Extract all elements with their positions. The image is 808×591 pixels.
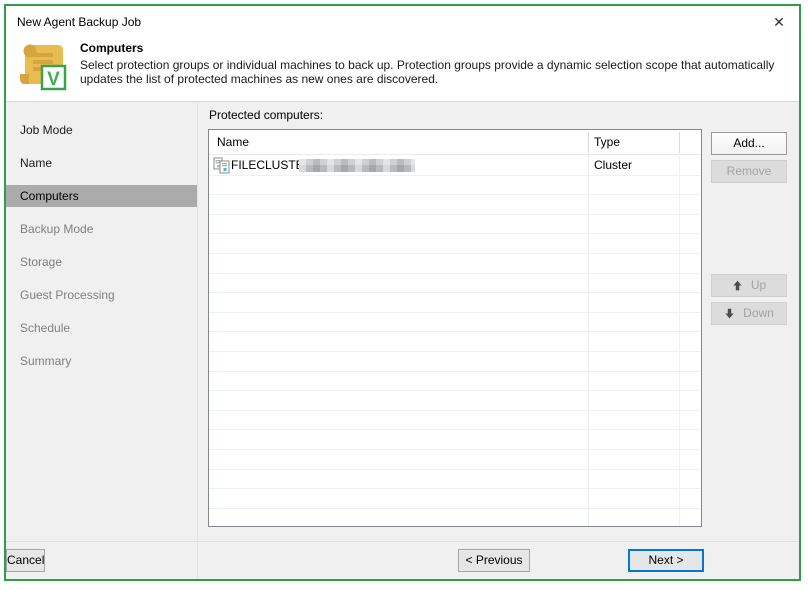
table-header: Name Type (209, 130, 701, 155)
table-row-empty (209, 254, 701, 274)
step-description: Select protection groups or individual m… (80, 58, 786, 86)
redacted-name-suffix (299, 159, 415, 172)
table-row-empty (209, 215, 701, 235)
dialog-header: New Agent Backup Job ✕ V Computers Selec… (6, 6, 799, 102)
sidebar-item-schedule[interactable]: Schedule (6, 311, 197, 344)
grid-line (679, 156, 680, 526)
down-arrow-icon (724, 305, 735, 326)
window-title: New Agent Backup Job (17, 15, 141, 29)
up-label: Up (751, 278, 766, 292)
column-header-type[interactable]: Type (594, 130, 620, 155)
table-row-empty (209, 470, 701, 490)
sidebar-item-summary[interactable]: Summary (6, 344, 197, 377)
table-body: FILECLUSTER Cluster (209, 156, 701, 526)
table-row-empty (209, 274, 701, 294)
down-label: Down (743, 306, 774, 320)
cluster-icon (213, 157, 230, 177)
close-icon[interactable]: ✕ (768, 11, 790, 33)
footer-button-label: Cancel (7, 553, 44, 567)
sidebar-item-backup-mode[interactable]: Backup Mode (6, 212, 197, 245)
table-row-empty (209, 332, 701, 352)
sidebar-item-label: Name (20, 156, 52, 170)
new-agent-backup-job-dialog: New Agent Backup Job ✕ V Computers Selec… (4, 4, 801, 581)
column-header-name[interactable]: Name (217, 130, 249, 155)
protected-computers-table: Name Type F (208, 129, 702, 527)
sidebar-item-label: Computers (20, 189, 79, 203)
table-row-empty (209, 176, 701, 196)
table-row-empty (209, 234, 701, 254)
step-title: Computers (80, 41, 143, 55)
footer-button-cancel[interactable]: Cancel (6, 549, 45, 572)
table-row-empty (209, 430, 701, 450)
table-row-empty (209, 352, 701, 372)
footer-button-next[interactable]: Next > (628, 549, 704, 572)
table-row-empty (209, 450, 701, 470)
sidebar-item-label: Job Mode (20, 123, 73, 137)
column-divider[interactable] (588, 132, 589, 153)
up-arrow-icon (732, 277, 743, 298)
svg-text:V: V (47, 69, 60, 90)
sidebar-item-label: Summary (20, 354, 71, 368)
remove-button[interactable]: Remove (711, 160, 787, 183)
table-row-empty (209, 195, 701, 215)
table-row-empty (209, 313, 701, 333)
table-row-empty (209, 489, 701, 509)
wizard-steps-sidebar: Job Mode Name Computers Backup Mode Stor… (6, 103, 198, 579)
table-row-filecluster[interactable]: FILECLUSTER Cluster (209, 156, 701, 176)
down-button[interactable]: Down (711, 302, 787, 325)
column-divider[interactable] (679, 132, 680, 153)
up-button[interactable]: Up (711, 274, 787, 297)
computer-type: Cluster (594, 156, 632, 175)
veeam-scroll-icon: V (15, 40, 69, 94)
protected-computers-label: Protected computers: (209, 108, 323, 122)
sidebar-item-label: Guest Processing (20, 288, 115, 302)
sidebar-item-label: Storage (20, 255, 62, 269)
table-row-empty (209, 391, 701, 411)
sidebar-item-name[interactable]: Name (6, 146, 197, 179)
sidebar-item-label: Schedule (20, 321, 70, 335)
footer-button-label: < Previous (465, 553, 522, 567)
footer-button-label: Next > (648, 553, 683, 567)
sidebar-item-storage[interactable]: Storage (6, 245, 197, 278)
sidebar-item-computers[interactable]: Computers (6, 185, 197, 207)
footer-divider (6, 541, 799, 542)
table-row-empty (209, 411, 701, 431)
sidebar-item-guest-processing[interactable]: Guest Processing (6, 278, 197, 311)
table-row-empty (209, 509, 701, 526)
sidebar-item-label: Backup Mode (20, 222, 93, 236)
add-button[interactable]: Add... (711, 132, 787, 155)
table-row-empty (209, 293, 701, 313)
footer-button-previous[interactable]: < Previous (458, 549, 530, 572)
sidebar-item-job-mode[interactable]: Job Mode (6, 113, 197, 146)
table-row-empty (209, 372, 701, 392)
grid-line (588, 156, 589, 526)
